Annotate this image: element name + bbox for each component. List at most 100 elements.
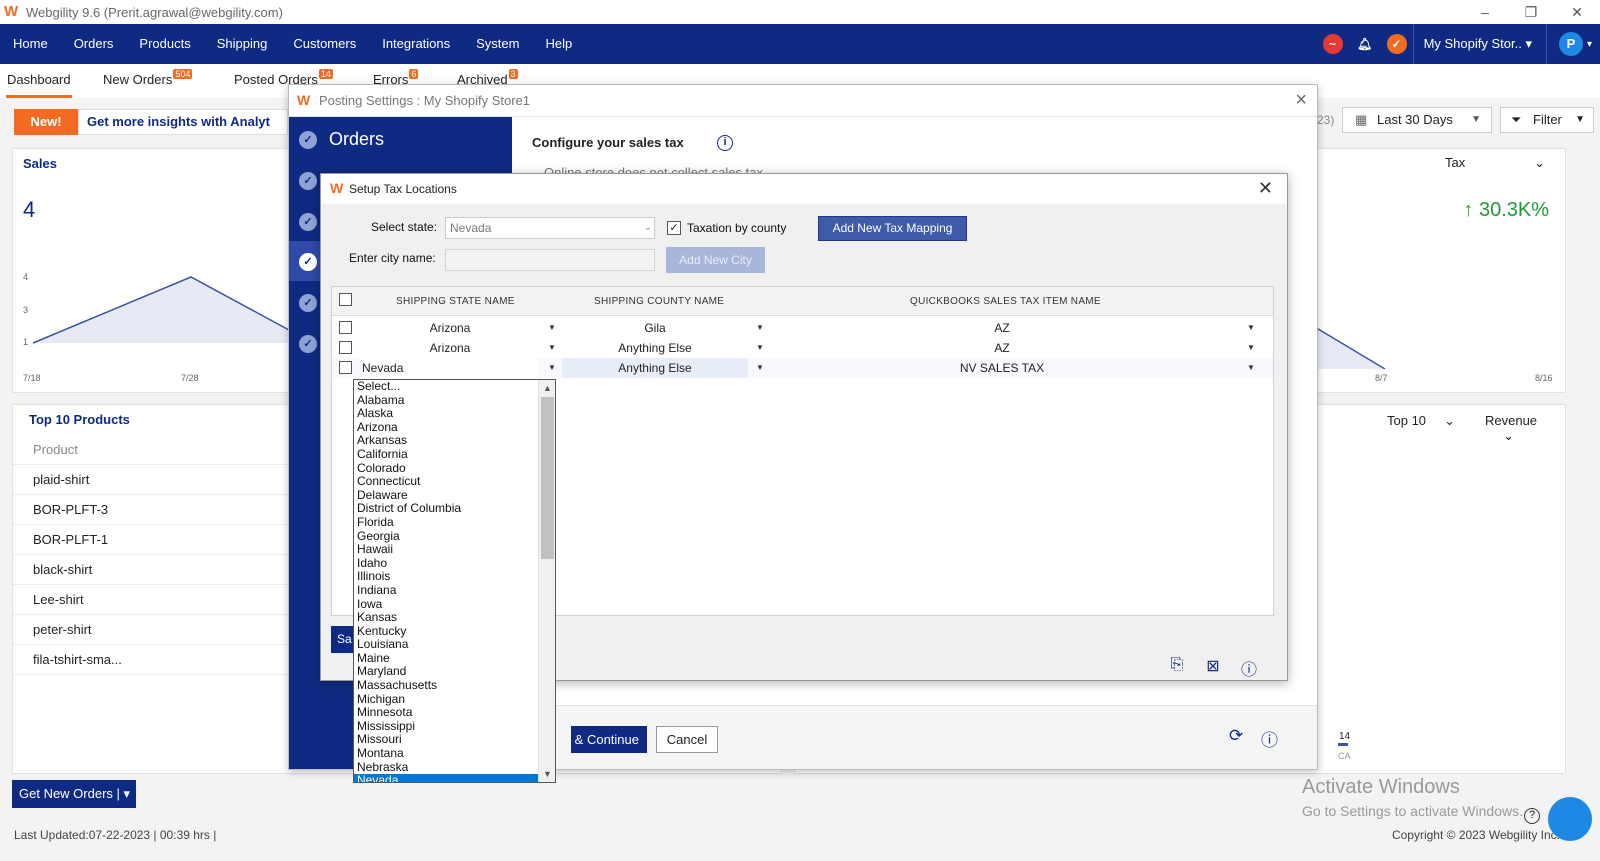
- dropdown-option[interactable]: Florida: [354, 515, 538, 530]
- row-tax-item[interactable]: NV SALES TAX: [772, 358, 1232, 378]
- dropdown-option[interactable]: Georgia: [354, 529, 538, 544]
- close-icon[interactable]: ×: [1295, 89, 1307, 112]
- dropdown-option[interactable]: Illinois: [354, 570, 538, 584]
- table-row[interactable]: Arizona ▼ Anything Else ▼ AZ ▼: [332, 338, 1273, 358]
- avatar[interactable]: P: [1558, 32, 1583, 56]
- row-tax-item[interactable]: AZ: [772, 318, 1232, 338]
- dropdown-option[interactable]: Select...: [354, 380, 538, 394]
- step-check-icon[interactable]: ✓: [299, 213, 317, 231]
- cancel-button[interactable]: Cancel: [656, 726, 718, 753]
- nav-shipping[interactable]: Shipping: [204, 24, 281, 64]
- dropdown-option[interactable]: Indiana: [354, 583, 538, 598]
- nav-system[interactable]: System: [463, 24, 532, 64]
- chat-bubble-icon[interactable]: [1548, 797, 1592, 841]
- chevron-down-icon[interactable]: ▼: [539, 766, 555, 782]
- table-row[interactable]: Nevada ▼ Anything Else ▼ NV SALES TAX ▼: [332, 358, 1273, 378]
- dropdown-scrollbar[interactable]: ▲ ▼: [538, 380, 555, 782]
- row-county[interactable]: Anything Else: [562, 338, 748, 358]
- row-tax-item[interactable]: AZ: [772, 338, 1232, 358]
- dropdown-option[interactable]: Massachusetts: [354, 678, 538, 693]
- step-check-icon[interactable]: ✓: [299, 294, 317, 312]
- import-icon[interactable]: ⎘: [1159, 656, 1195, 680]
- row-state[interactable]: Arizona: [362, 338, 538, 358]
- dropdown-option[interactable]: Nevada: [354, 774, 538, 782]
- tab-new-orders[interactable]: New Orders 504: [103, 69, 193, 87]
- maximize-button[interactable]: ❐: [1508, 0, 1554, 24]
- state-dropdown-list[interactable]: Select... Alabama Alaska Arizona Arkansas Cal…: [353, 379, 556, 783]
- nav-customers[interactable]: Customers: [280, 24, 369, 64]
- nav-integrations[interactable]: Integrations: [369, 24, 463, 64]
- dropdown-option[interactable]: Connecticut: [354, 475, 538, 489]
- chevron-down-icon[interactable]: ▼: [1247, 338, 1255, 358]
- chevron-down-icon[interactable]: ▼: [548, 338, 556, 358]
- chevron-down-icon[interactable]: ▼: [1247, 358, 1255, 378]
- minimize-button[interactable]: –: [1462, 0, 1508, 24]
- row-checkbox[interactable]: [339, 321, 352, 334]
- scrollbar-thumb[interactable]: [541, 397, 554, 559]
- row-county[interactable]: Anything Else: [562, 358, 748, 378]
- dropdown-option[interactable]: District of Columbia: [354, 502, 538, 516]
- step-check-icon[interactable]: ✓: [299, 172, 317, 190]
- dropdown-option[interactable]: Montana: [354, 746, 538, 761]
- close-button[interactable]: ✕: [1554, 0, 1600, 24]
- add-new-city-button[interactable]: Add New City: [666, 247, 765, 273]
- dropdown-option[interactable]: California: [354, 447, 538, 462]
- row-checkbox[interactable]: [339, 361, 352, 374]
- heartbeat-icon[interactable]: ~: [1322, 34, 1343, 54]
- dropdown-option[interactable]: Kansas: [354, 610, 538, 625]
- nav-home[interactable]: Home: [0, 24, 61, 64]
- metric-select[interactable]: Revenue ⌄: [1485, 413, 1565, 444]
- chevron-down-icon[interactable]: ▼: [548, 318, 556, 338]
- row-checkbox[interactable]: [339, 341, 352, 354]
- date-range-select[interactable]: ▦ Last 30 Days ▼: [1342, 107, 1492, 133]
- dropdown-option[interactable]: Missouri: [354, 733, 538, 747]
- add-new-tax-mapping-button[interactable]: Add New Tax Mapping: [818, 216, 967, 241]
- promo-link[interactable]: Get more insights with Analyt: [78, 109, 288, 135]
- task-check-icon[interactable]: ✓: [1386, 34, 1407, 54]
- top-count-select[interactable]: Top 10 ⌄: [1387, 413, 1455, 429]
- dropdown-option[interactable]: Mississippi: [354, 719, 538, 734]
- city-name-input[interactable]: [445, 249, 655, 271]
- step-check-icon[interactable]: ✓: [299, 253, 317, 271]
- chevron-down-icon[interactable]: ▼: [548, 358, 556, 378]
- select-all-checkbox[interactable]: [339, 293, 352, 306]
- dropdown-option[interactable]: Louisiana: [354, 638, 538, 652]
- chevron-down-icon[interactable]: ▼: [756, 358, 764, 378]
- tab-dashboard[interactable]: Dashboard: [7, 72, 71, 87]
- bell-icon[interactable]: 🔔︎: [1355, 34, 1375, 54]
- dropdown-option[interactable]: Alabama: [354, 393, 538, 408]
- dropdown-option[interactable]: Hawaii: [354, 543, 538, 557]
- chevron-down-icon[interactable]: ▼: [1247, 318, 1255, 338]
- taxation-by-county-checkbox[interactable]: ✓: [667, 221, 681, 235]
- dropdown-option[interactable]: Alaska: [354, 407, 538, 421]
- dropdown-option[interactable]: Idaho: [354, 556, 538, 571]
- dropdown-option[interactable]: Michigan: [354, 692, 538, 707]
- help-icon[interactable]: ?: [1524, 808, 1540, 824]
- dropdown-option[interactable]: Maryland: [354, 665, 538, 679]
- help-icon[interactable]: ⓘ: [1231, 656, 1267, 680]
- chevron-down-icon[interactable]: ▼: [756, 318, 764, 338]
- nav-products[interactable]: Products: [126, 24, 203, 64]
- row-county[interactable]: Gila: [562, 318, 748, 338]
- table-row[interactable]: Arizona ▼ Gila ▼ AZ ▼: [332, 318, 1273, 338]
- dropdown-option[interactable]: Nebraska: [354, 760, 538, 775]
- nav-help[interactable]: Help: [532, 24, 585, 64]
- chevron-down-icon[interactable]: ▾: [1587, 39, 1592, 50]
- save-continue-button[interactable]: & Continue: [571, 726, 647, 753]
- filter-button[interactable]: ⏷ Filter ▼: [1500, 107, 1594, 133]
- export-excel-icon[interactable]: ⊠: [1195, 656, 1231, 680]
- dropdown-option[interactable]: Maine: [354, 651, 538, 666]
- info-icon[interactable]: i: [717, 135, 733, 151]
- nav-orders[interactable]: Orders: [61, 24, 127, 64]
- dropdown-option[interactable]: Arizona: [354, 420, 538, 435]
- get-new-orders-button[interactable]: Get New Orders | ▾: [12, 780, 136, 808]
- dropdown-option[interactable]: Delaware: [354, 488, 538, 503]
- dropdown-option[interactable]: Arkansas: [354, 434, 538, 448]
- row-state[interactable]: Nevada: [362, 358, 538, 378]
- dropdown-option[interactable]: Iowa: [354, 597, 538, 612]
- chevron-down-icon[interactable]: ▼: [756, 338, 764, 358]
- refresh-icon[interactable]: ⟳: [1229, 726, 1249, 746]
- close-icon[interactable]: ✕: [1258, 178, 1273, 199]
- chevron-up-icon[interactable]: ▲: [539, 380, 555, 396]
- step-check-icon[interactable]: ✓: [299, 335, 317, 353]
